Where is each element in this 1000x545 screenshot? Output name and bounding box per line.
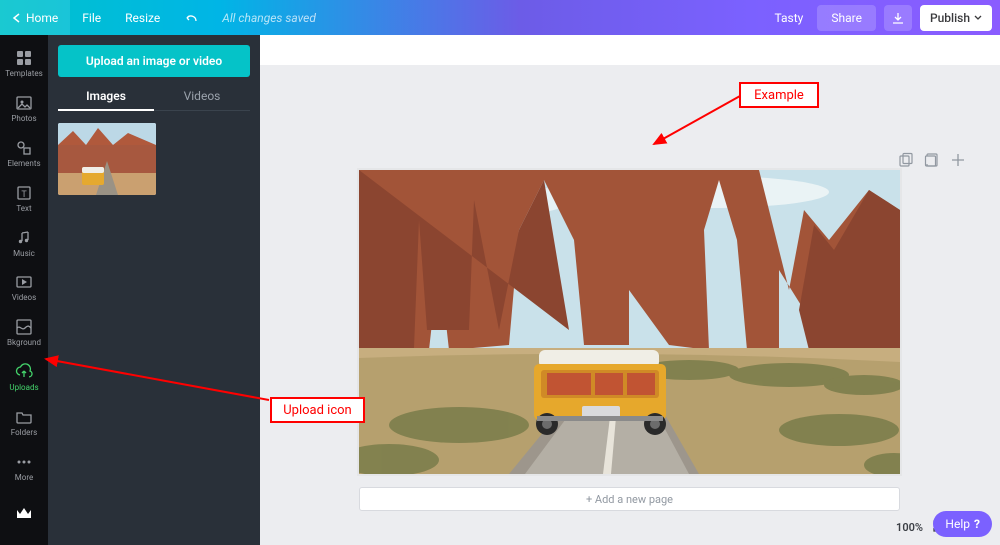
rail-elements[interactable]: Elements (0, 131, 48, 176)
annotation-upload-box: Upload icon (270, 397, 365, 423)
photos-icon (15, 94, 33, 112)
canvas-area[interactable]: + Add a new page 100% Help? Example Uplo… (260, 35, 1000, 545)
tab-videos[interactable]: Videos (154, 89, 250, 111)
rail-bkground[interactable]: Bkground (0, 310, 48, 355)
rail-label: Folders (11, 428, 37, 437)
topbar: Home File Resize All changes saved Tasty… (0, 0, 1000, 35)
rail-music[interactable]: Music (0, 221, 48, 266)
nav-rail: Templates Photos Elements T Text Music V… (0, 35, 48, 545)
annotation-upload-arrow (42, 355, 272, 405)
home-label: Home (26, 11, 58, 25)
annotation-example-box: Example (739, 82, 819, 108)
rail-folders[interactable]: Folders (0, 400, 48, 445)
videos-icon (15, 273, 33, 291)
copy-page-icon[interactable] (924, 152, 940, 168)
more-icon (15, 453, 33, 471)
add-page-button[interactable]: + Add a new page (359, 487, 900, 511)
help-button[interactable]: Help? (933, 511, 992, 537)
tab-images[interactable]: Images (58, 89, 154, 111)
add-page-icon[interactable] (950, 152, 966, 168)
background-icon (15, 318, 33, 336)
rail-templates[interactable]: Templates (0, 41, 48, 86)
rail-photos[interactable]: Photos (0, 86, 48, 131)
folders-icon (15, 408, 33, 426)
publish-button[interactable]: Publish (920, 5, 992, 31)
rail-label: Templates (5, 69, 42, 78)
resize-menu[interactable]: Resize (113, 0, 172, 35)
rail-label: Elements (7, 159, 40, 168)
rail-label: Bkground (7, 338, 41, 347)
rail-text[interactable]: T Text (0, 176, 48, 221)
canvas-image (359, 170, 900, 474)
elements-icon (15, 139, 33, 157)
rail-videos[interactable]: Videos (0, 266, 48, 311)
text-icon: T (15, 184, 33, 202)
project-name[interactable]: Tasty (761, 11, 818, 25)
rail-label: Uploads (9, 383, 38, 392)
save-status: All changes saved (222, 11, 316, 25)
zoom-value[interactable]: 100% (896, 521, 923, 534)
annotation-example-arrow (648, 94, 748, 150)
home-button[interactable]: Home (0, 0, 70, 35)
upload-button[interactable]: Upload an image or video (58, 45, 250, 77)
download-button[interactable] (884, 5, 912, 31)
uploads-panel: Upload an image or video Images Videos (48, 35, 260, 545)
canvas-topbar (260, 35, 1000, 65)
rail-label: Photos (11, 114, 36, 123)
undo-button[interactable] (172, 0, 210, 35)
duplicate-page-icon[interactable] (898, 152, 914, 168)
rail-label: Music (13, 249, 35, 258)
crown-icon (15, 504, 33, 522)
download-icon (891, 11, 905, 25)
upload-thumbnail[interactable] (58, 123, 156, 195)
rail-label: Text (16, 204, 31, 213)
file-menu[interactable]: File (70, 0, 113, 35)
rail-label: Videos (12, 293, 36, 302)
rail-more[interactable]: More (0, 445, 48, 490)
page-controls (898, 152, 966, 168)
uploads-icon (15, 363, 33, 381)
rail-crown[interactable] (0, 490, 48, 535)
templates-icon (15, 49, 33, 67)
rail-uploads[interactable]: Uploads (0, 355, 48, 400)
svg-text:T: T (21, 190, 27, 200)
chevron-down-icon (974, 14, 982, 22)
share-button[interactable]: Share (817, 5, 876, 31)
rail-label: More (15, 473, 33, 482)
music-icon (15, 229, 33, 247)
page-1[interactable] (359, 170, 900, 474)
